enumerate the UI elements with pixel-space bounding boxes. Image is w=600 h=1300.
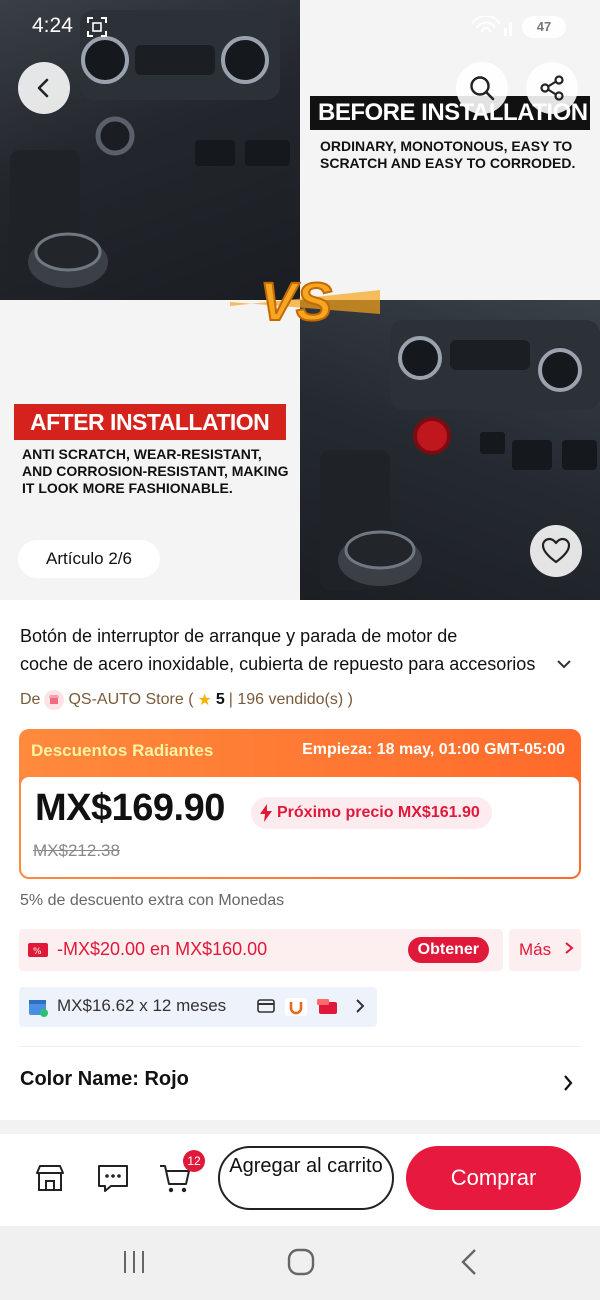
svg-text:VS: VS xyxy=(260,272,332,332)
add-to-cart-button[interactable]: Agregar al carrito xyxy=(218,1146,394,1210)
more-label: Más xyxy=(519,940,552,959)
bank-card-icon xyxy=(317,999,337,1014)
search-button[interactable] xyxy=(456,62,508,114)
message-icon[interactable] xyxy=(96,1162,130,1194)
product-image-gallery[interactable]: BEFORE INSTALLATION ORDINARY, MONOTONOUS… xyxy=(0,0,600,600)
cart-count-badge: 12 xyxy=(183,1150,205,1172)
promo-box: Descuentos Radiantes Empieza: 18 may, 01… xyxy=(19,729,581,879)
next-price-text: Próximo precio MX$161.90 xyxy=(277,804,480,821)
svg-text:%: % xyxy=(33,947,42,957)
chevron-right-icon xyxy=(356,999,365,1013)
product-title-line2: coche de acero inoxidable, cubierta de r… xyxy=(20,654,536,674)
after-installation-desc: ANTI SCRATCH, WEAR-RESISTANT, AND CORROS… xyxy=(22,446,289,496)
bottom-action-bar: 12 Agregar al carrito Comprar xyxy=(0,1134,600,1226)
current-price: MX$169.90 xyxy=(35,787,225,829)
search-icon xyxy=(470,76,495,101)
battery-indicator: 47 xyxy=(522,16,566,38)
lightning-icon xyxy=(260,804,272,822)
heart-icon xyxy=(541,537,571,564)
store-prefix: De xyxy=(20,691,41,708)
image-counter: Artículo 2/6 xyxy=(18,540,160,578)
store-logo-icon xyxy=(44,690,65,710)
store-rating: 5 xyxy=(215,691,225,708)
calendar-icon xyxy=(29,1000,48,1017)
star-icon: ★ xyxy=(197,692,212,709)
screenshot-icon xyxy=(87,17,107,37)
chevron-down-icon[interactable] xyxy=(556,658,572,670)
promo-start-time: Empieza: 18 may, 01:00 GMT-05:00 xyxy=(302,741,565,758)
get-coupon-button[interactable]: Obtener xyxy=(407,937,489,963)
installments-text: MX$16.62 x 12 meses xyxy=(57,996,227,1015)
coupon-icon: % xyxy=(28,943,48,957)
before-installation-desc: ORDINARY, MONOTONOUS, EASY TO SCRATCH AN… xyxy=(320,138,576,171)
product-title[interactable]: Botón de interruptor de arranque y parad… xyxy=(20,622,580,678)
installments-row[interactable]: MX$16.62 x 12 meses xyxy=(19,987,377,1027)
status-time: 4:24 xyxy=(32,14,73,37)
home-icon[interactable] xyxy=(286,1248,316,1276)
wifi-icon xyxy=(471,16,512,36)
product-page: BEFORE INSTALLATION ORDINARY, MONOTONOUS… xyxy=(0,0,600,1300)
coupon-text: -MX$20.00 en MX$160.00 xyxy=(57,939,268,959)
store-icon[interactable] xyxy=(34,1162,66,1194)
color-selector[interactable]: Color Name: Rojo xyxy=(20,1068,189,1091)
chevron-right-icon[interactable] xyxy=(562,1074,574,1092)
next-price-badge: Próximo precio MX$161.90 xyxy=(251,797,492,829)
vs-graphic: VS xyxy=(230,271,380,333)
recent-apps-icon[interactable] xyxy=(120,1248,148,1276)
system-nav-bar xyxy=(0,1226,600,1300)
chevron-right-icon xyxy=(565,942,574,954)
back-button[interactable] xyxy=(18,62,70,114)
promo-label: Descuentos Radiantes xyxy=(31,741,214,760)
more-coupons-button[interactable]: Más xyxy=(509,929,581,971)
wishlist-button[interactable] xyxy=(530,525,582,577)
back-nav-icon[interactable] xyxy=(458,1248,480,1276)
original-price: MX$212.38 xyxy=(33,841,120,860)
price-panel: MX$169.90 Próximo precio MX$161.90 MX$21… xyxy=(21,777,579,877)
payment-provider-icon xyxy=(285,998,307,1016)
divider xyxy=(19,1046,581,1047)
sold-count: | 196 vendido(s) ) xyxy=(228,691,353,708)
buy-now-button[interactable]: Comprar xyxy=(406,1146,581,1210)
product-title-line1: Botón de interruptor de arranque y parad… xyxy=(20,626,458,646)
card-icon xyxy=(257,999,275,1013)
store-name[interactable]: QS-AUTO Store ( xyxy=(68,691,193,709)
after-installation-title: AFTER INSTALLATION xyxy=(14,404,286,440)
coins-discount: 5% de descuento extra con Monedas xyxy=(20,892,285,909)
share-button[interactable] xyxy=(526,62,578,114)
share-icon xyxy=(540,75,564,101)
chevron-left-icon xyxy=(37,78,49,98)
store-info[interactable]: De QS-AUTO Store ( ★ 5 | 196 vendido(s) … xyxy=(20,690,353,710)
coupon-row[interactable]: % -MX$20.00 en MX$160.00 Obtener xyxy=(19,929,503,971)
section-separator xyxy=(0,1120,600,1134)
status-bar: 4:24 47 xyxy=(0,0,600,56)
